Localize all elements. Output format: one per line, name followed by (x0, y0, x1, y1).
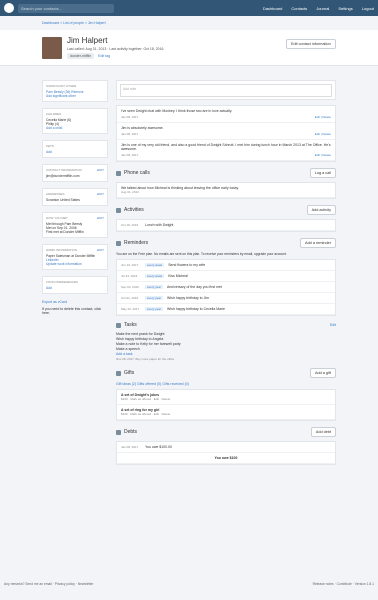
contact-name: Jim Halpert (67, 36, 108, 45)
top-nav-bar: Search your contacts... Dashboard Contac… (0, 0, 378, 16)
work-info-box: Work information Edit Paper Salesman at D… (42, 244, 108, 270)
reminders-list: Jun 10, 2017 every week Send flowers to my… (116, 259, 336, 316)
add-reminder-button[interactable]: Add a reminder (300, 238, 336, 248)
pets-box: Pets Add (42, 140, 108, 158)
add-debt-button[interactable]: Add debt (310, 427, 336, 437)
phone-calls-section: Phone calls Log a call (116, 168, 336, 178)
calls-list: We talked about how Micheal is thinking … (116, 182, 336, 199)
nav-contacts[interactable]: Contacts (291, 6, 307, 11)
contact-info-box: Contact information Edit jim@dundermiffli… (42, 164, 108, 182)
tasks-icon (116, 322, 121, 328)
activity-icon (116, 207, 121, 213)
activities-list: Oct 18, 2016 Lunch with Dwight (116, 219, 336, 232)
children-box: Children Cecelia Marie (6) Philip (4) Ad… (42, 108, 108, 134)
contact-header: Jim Halpert Last called: Aug 31, 2013 · … (0, 30, 378, 66)
footer: Any remarks? Send me an email · Privacy … (4, 582, 374, 586)
notes-list: I've seen Dwight chat with Monkey. I thi… (116, 105, 336, 162)
app-logo-icon[interactable] (4, 3, 14, 13)
reminders-section: Reminders Add a reminder (116, 238, 336, 248)
gifts-list: A set of Dwight's jokes $100 · Mark as of… (116, 389, 336, 421)
search-input[interactable]: Search your contacts... (18, 3, 114, 13)
avatar (42, 37, 62, 59)
add-activity-button[interactable]: Add activity (306, 205, 336, 215)
significant-other-box: Significant other Pam Beesly (36) Remove… (42, 80, 108, 102)
debts-section: Debts Add debt (116, 427, 336, 437)
sidebar: Significant other Pam Beesly (36) Remove… (42, 80, 108, 315)
nav-logout[interactable]: Logout (362, 6, 374, 11)
phone-icon (116, 170, 121, 176)
edit-tag-link[interactable]: Edit tag (98, 54, 110, 58)
note-textarea[interactable]: Add note (120, 84, 332, 97)
nav-settings[interactable]: Settings (338, 6, 352, 11)
how-you-met-box: How you met Edit Met through Pam Beesly M… (42, 212, 108, 238)
activities-section: Activities Add activity (116, 205, 336, 215)
tag-badge[interactable]: dunder-mifflin (67, 53, 95, 59)
add-gift-button[interactable]: Add a gift (309, 368, 336, 378)
gift-icon (116, 370, 121, 376)
food-preferences-box: Food preferences Add (42, 276, 108, 294)
tasks-section: Tasks Edit (116, 322, 336, 328)
tasks-list: Make the next prank for Dwight Wish happ… (116, 332, 181, 361)
addresses-box: Addresses Edit Scranton United States (42, 188, 108, 206)
nav-dashboard[interactable]: Dashboard (263, 6, 283, 11)
export-vcard-link[interactable]: Export as vCard (42, 300, 108, 304)
edit-contact-button[interactable]: Edit contact information (286, 39, 336, 49)
log-call-button[interactable]: Log a call (309, 168, 336, 178)
main-content: Add note I've seen Dwight chat with Monk… (116, 80, 336, 470)
bell-icon (116, 240, 121, 246)
debts-list: Jan 08, 2017 You owe $100.00 You owe $100 (116, 441, 336, 465)
gifts-section: Gifts Add a gift (116, 368, 336, 378)
contact-activity-line: Last called: Aug 31, 2013 · Last activit… (67, 47, 164, 51)
nav-journal[interactable]: Journal (316, 6, 329, 11)
note-item: Jim is absolutely awesome. Jan 08, 2017 E… (117, 123, 335, 140)
debt-icon (116, 429, 121, 435)
note-input-card: Add note (116, 80, 336, 100)
note-item: Jim is one of my very old friend, and al… (117, 140, 335, 161)
breadcrumb[interactable]: Dashboard > List of people > Jim Halpert (42, 21, 106, 25)
note-item: I've seen Dwight chat with Monkey. I thi… (117, 106, 335, 123)
delete-contact-text: If you need to delete this contact, clic… (42, 307, 102, 315)
